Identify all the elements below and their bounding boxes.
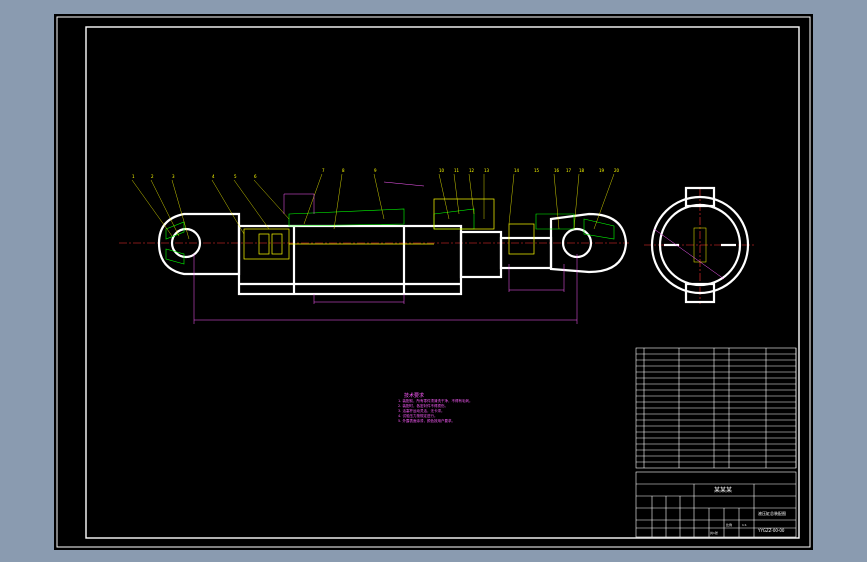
- tech-requirement-item: 5. 外露表面涂漆，颜色按用户要求。: [398, 419, 455, 423]
- balloon-label: 13: [484, 168, 490, 173]
- assembly-drawing: [56, 16, 811, 548]
- balloon-label: 20: [614, 168, 620, 173]
- tech-requirements: 技术要求 1. 装配前，所有零件须清洗干净，不得有毛刺。 2. 装配时，各密封件不…: [398, 394, 472, 424]
- balloon-label: 12: [469, 168, 475, 173]
- balloon-label: 1: [132, 174, 135, 179]
- tech-requirements-list: 1. 装配前，所有零件须清洗干净，不得有毛刺。 2. 装配时，各密封件不得损伤。 3…: [398, 399, 472, 424]
- balloon-label: 14: [514, 168, 520, 173]
- balloon-label: 19: [599, 168, 605, 173]
- balloon-label: 4: [212, 174, 215, 179]
- balloon-label: 15: [534, 168, 540, 173]
- scale-value: 1:1: [742, 523, 747, 527]
- dimension-lines: [193, 181, 578, 324]
- outer-frame: [56, 16, 811, 548]
- cad-viewer: 1 2 3 4 5 6 7 8 9 10 11 12 13 14 15 16 17 18 19 20 技术要求 1. …: [0, 0, 867, 562]
- product-name: 液压缸总装配图: [758, 511, 786, 516]
- scale-label: 比例: [726, 523, 733, 527]
- balloon-label: 11: [454, 168, 460, 173]
- balloon-label: 10: [439, 168, 445, 173]
- balloon-label: 9: [374, 168, 377, 173]
- balloon-label: 2: [151, 174, 154, 179]
- balloon-label: 5: [234, 174, 237, 179]
- sheet-label: 共1张: [710, 531, 718, 535]
- internal-parts: [243, 198, 535, 260]
- balloon-label: 18: [579, 168, 585, 173]
- balloon-label: 3: [172, 174, 175, 179]
- balloon-label: 7: [322, 168, 325, 173]
- balloon-label: 17: [566, 168, 572, 173]
- cylinder-body: [157, 212, 628, 296]
- balloon-label: 6: [254, 174, 257, 179]
- drawing-canvas[interactable]: 1 2 3 4 5 6 7 8 9 10 11 12 13 14 15 16 17 18 19 20 技术要求 1. …: [54, 14, 813, 550]
- parts-list-table: [635, 347, 797, 469]
- hatch-sections: [165, 208, 615, 265]
- balloon-label: 8: [342, 168, 345, 173]
- balloon-label: 16: [554, 168, 560, 173]
- company-name: 某某某: [714, 487, 733, 494]
- inner-frame: [85, 26, 800, 539]
- drawing-number: YYGZZ-00-00: [758, 528, 785, 533]
